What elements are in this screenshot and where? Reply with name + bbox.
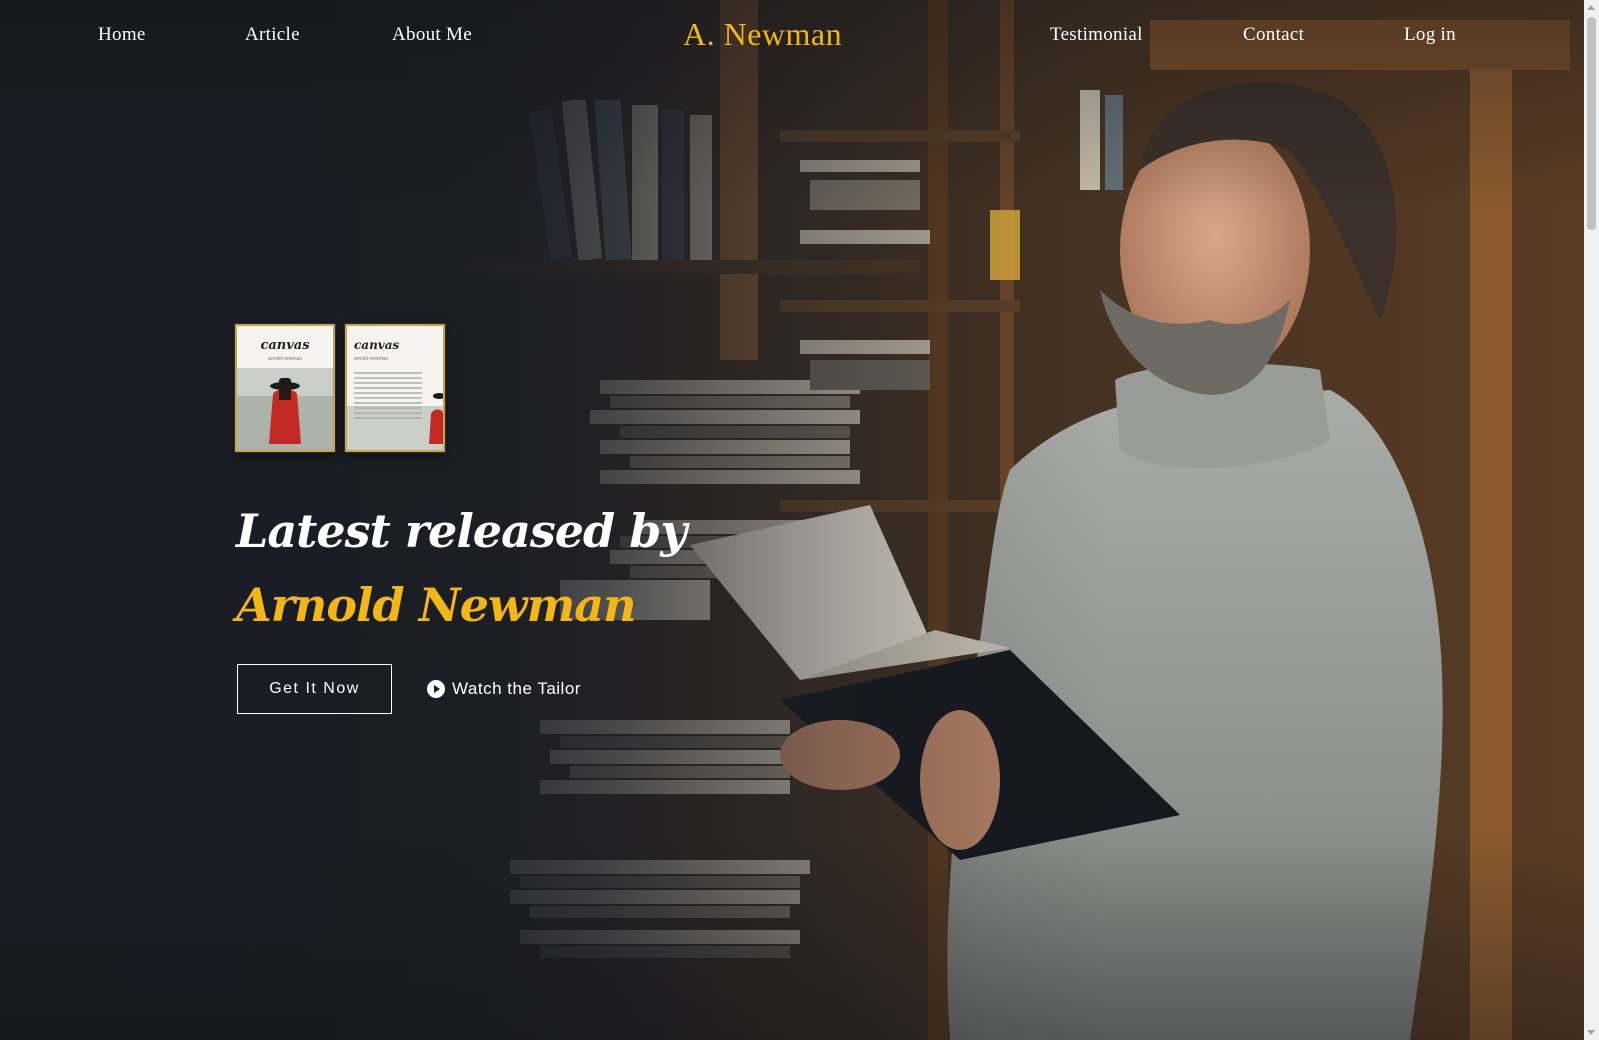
watch-trailer-button[interactable]: Watch the Tailor — [427, 679, 581, 699]
scroll-down-arrow-icon[interactable] — [1587, 1030, 1595, 1035]
nav-contact[interactable]: Contact — [1243, 24, 1304, 46]
get-it-now-button[interactable]: Get It Now — [237, 664, 392, 714]
page-scrollbar[interactable] — [1584, 0, 1599, 1040]
play-circle-icon — [427, 680, 445, 698]
book-cover-back[interactable]: canvas arnold newman — [345, 324, 445, 452]
watch-trailer-label: Watch the Tailor — [452, 679, 581, 698]
nav-login[interactable]: Log in — [1404, 24, 1456, 46]
hero-headline: Latest released by Arnold Newman — [236, 494, 687, 642]
book-covers: canvas arnold newman canvas arnold newma… — [235, 324, 445, 452]
hero-cta-row: Get It Now Watch the Tailor — [237, 664, 581, 714]
nav-testimonial[interactable]: Testimonial — [1050, 24, 1143, 46]
top-navigation: Home Article About Me A. Newman Testimon… — [0, 0, 1584, 72]
headline-author-name: Arnold Newman — [236, 578, 637, 632]
nav-article[interactable]: Article — [245, 24, 300, 46]
headline-line-1: Latest released by — [236, 504, 687, 558]
book-cover-illustration — [347, 393, 443, 450]
nav-about-me[interactable]: About Me — [392, 24, 472, 46]
scrollbar-thumb[interactable] — [1587, 17, 1596, 230]
site-logo[interactable]: A. Newman — [683, 16, 842, 53]
book-cover-front[interactable]: canvas arnold newman — [235, 324, 335, 452]
nav-home[interactable]: Home — [98, 24, 146, 46]
scroll-up-arrow-icon[interactable] — [1587, 5, 1595, 10]
book-cover-illustration — [237, 368, 333, 450]
